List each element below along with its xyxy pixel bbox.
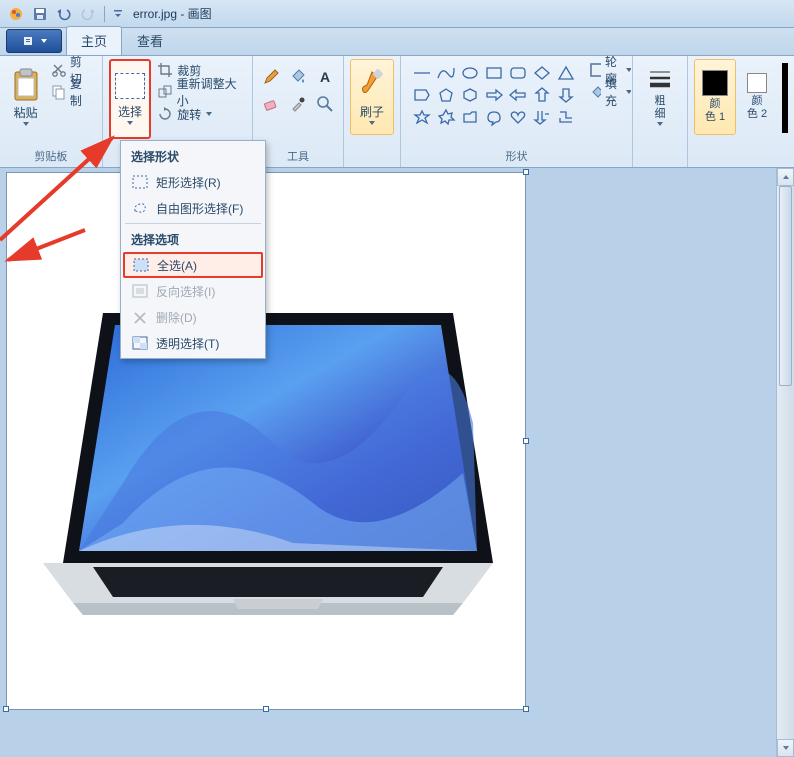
qat-dropdown-icon[interactable] [113, 6, 123, 22]
group-tools: A 工具 [253, 56, 344, 167]
color1-label: 颜 色 1 [705, 98, 725, 124]
menu-rect-select[interactable]: 矩形选择(R) [123, 169, 263, 195]
invert-icon [130, 284, 150, 298]
freeform-select-icon [130, 201, 150, 215]
pencil-tool[interactable] [259, 65, 283, 89]
group-size: 粗 细 [633, 56, 688, 167]
color-palette-edge [782, 63, 788, 133]
text-tool[interactable]: A [313, 65, 337, 89]
transparent-icon [130, 336, 150, 350]
resize-icon [157, 84, 172, 100]
zoom-tool[interactable] [313, 92, 337, 116]
shape-fill-button[interactable]: 填充 [585, 81, 639, 103]
picker-tool[interactable] [286, 92, 310, 116]
menu-freeform-select[interactable]: 自由图形选择(F) [123, 195, 263, 221]
group-colors: 颜 色 1 颜 色 2 [688, 56, 794, 167]
select-label: 选择 [118, 103, 142, 120]
dropdown-header-options: 选择选项 [123, 226, 263, 252]
color2-swatch [747, 73, 767, 93]
copy-icon [51, 84, 66, 100]
tools-group-label: 工具 [259, 146, 337, 165]
title-bar: error.jpg - 画图 [0, 0, 794, 28]
eraser-tool[interactable] [259, 92, 283, 116]
rect-select-icon [130, 175, 150, 189]
select-dropdown-menu: 选择形状 矩形选择(R) 自由图形选择(F) 选择选项 全选(A) 反向选择(I… [120, 140, 266, 359]
color1-swatch [702, 70, 728, 96]
outline-icon [589, 62, 601, 78]
tab-view[interactable]: 查看 [122, 26, 178, 55]
size-icon [647, 67, 673, 93]
paste-label: 粘贴 [14, 104, 38, 121]
canvas-image [33, 303, 503, 623]
svg-text:A: A [320, 69, 330, 85]
tab-row: 主页 查看 [0, 28, 794, 56]
color2-button[interactable]: 颜 色 2 [736, 59, 778, 135]
rotate-icon [157, 106, 173, 122]
group-shapes: 轮廓 填充 形状 [401, 56, 633, 167]
resize-button[interactable]: 重新调整大小 [157, 81, 246, 103]
brush-label: 刷子 [360, 103, 384, 120]
menu-invert-select: 反向选择(I) [123, 278, 263, 304]
clipboard-icon [11, 68, 41, 102]
fill-tool[interactable] [286, 65, 310, 89]
size-label: 粗 细 [655, 95, 666, 121]
dropdown-header-shape: 选择形状 [123, 143, 263, 169]
select-all-icon [131, 258, 151, 272]
menu-transparent-select[interactable]: 透明选择(T) [123, 330, 263, 356]
save-icon[interactable] [32, 6, 48, 22]
scissors-icon [51, 62, 66, 78]
window-title: error.jpg - 画图 [133, 5, 212, 22]
tab-home[interactable]: 主页 [66, 26, 122, 55]
color2-label: 颜 色 2 [747, 95, 767, 121]
scroll-up-button[interactable] [777, 168, 794, 186]
copy-button[interactable]: 复制 [47, 81, 95, 103]
delete-icon [130, 310, 150, 324]
vertical-scrollbar[interactable] [776, 168, 794, 757]
crop-icon [157, 62, 173, 78]
scroll-down-button[interactable] [777, 739, 794, 757]
select-rect-icon [115, 73, 145, 99]
rotate-label: 旋转 [177, 106, 201, 123]
paste-button[interactable]: 粘贴 [6, 59, 45, 135]
menu-select-all[interactable]: 全选(A) [123, 252, 263, 278]
undo-icon[interactable] [56, 6, 72, 22]
size-button[interactable]: 粗 细 [639, 59, 681, 135]
file-menu-button[interactable] [6, 29, 62, 53]
redo-icon[interactable] [80, 6, 96, 22]
fill-icon [589, 84, 601, 100]
app-icon [8, 6, 24, 22]
brush-icon [357, 69, 387, 103]
copy-label: 复制 [70, 75, 92, 109]
scroll-thumb[interactable] [779, 186, 792, 386]
color1-button[interactable]: 颜 色 1 [694, 59, 736, 135]
menu-delete: 删除(D) [123, 304, 263, 330]
select-button[interactable]: 选择 [109, 59, 152, 139]
shapes-gallery[interactable] [407, 59, 581, 129]
annotation-arrow-2 [0, 225, 90, 280]
group-brush: 刷子 [344, 56, 401, 167]
brush-button[interactable]: 刷子 [350, 59, 394, 135]
rotate-button[interactable]: 旋转 [157, 103, 246, 125]
shapes-group-label: 形状 [407, 146, 626, 165]
